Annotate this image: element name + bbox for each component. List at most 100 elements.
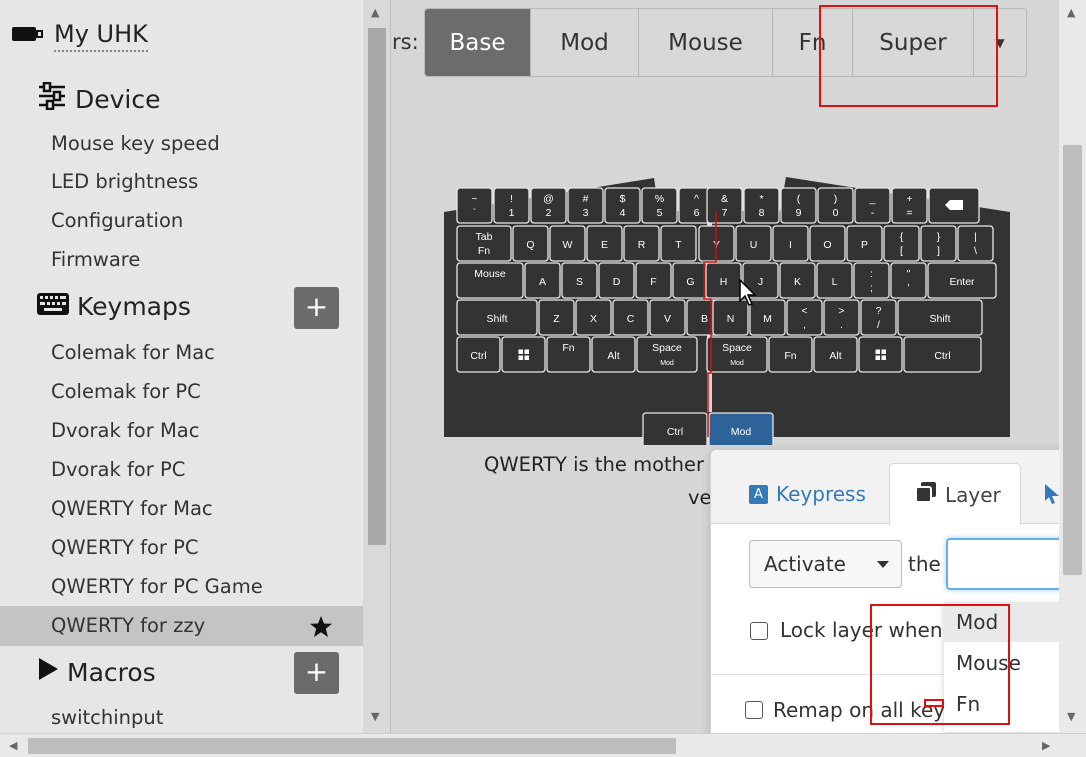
sidebar-item-led-brightness[interactable]: LED brightness: [51, 170, 198, 193]
horizontal-scroll-thumb[interactable]: [28, 738, 676, 754]
key[interactable]: [928, 187, 980, 224]
key[interactable]: G: [672, 262, 709, 299]
key[interactable]: +=: [891, 187, 928, 224]
mouse-pointer-icon[interactable]: [1044, 463, 1059, 525]
scroll-right-arrow-icon[interactable]: ▶: [1042, 739, 1050, 752]
key[interactable]: ?/: [860, 299, 897, 336]
sidebar-item-keymap-selected[interactable]: QWERTY for zzy: [51, 614, 205, 637]
key[interactable]: L: [816, 262, 853, 299]
layer-action-select[interactable]: Activate: [749, 540, 902, 588]
key[interactable]: O: [809, 225, 846, 262]
layer-select-input[interactable]: [946, 538, 1059, 590]
key[interactable]: Alt: [813, 336, 858, 373]
key[interactable]: ~`: [456, 187, 493, 224]
sidebar-item-configuration[interactable]: Configuration: [51, 209, 183, 232]
key[interactable]: [858, 336, 903, 373]
key[interactable]: Z: [538, 299, 575, 336]
key[interactable]: C: [612, 299, 649, 336]
key[interactable]: %5: [641, 187, 678, 224]
key[interactable]: )0: [817, 187, 854, 224]
key-label: ": [907, 268, 911, 280]
key[interactable]: A: [524, 262, 561, 299]
key[interactable]: Ctrl: [456, 336, 501, 373]
sidebar-scroll-thumb[interactable]: [368, 28, 386, 545]
sidebar-scrollbar[interactable]: ▲ ▼: [363, 0, 391, 733]
key[interactable]: H: [705, 262, 742, 299]
key[interactable]: #3: [567, 187, 604, 224]
scroll-up-arrow-icon[interactable]: ▲: [371, 6, 379, 19]
key[interactable]: Space Mod: [636, 336, 698, 373]
key[interactable]: }]: [920, 225, 957, 262]
key[interactable]: S: [561, 262, 598, 299]
key[interactable]: !1: [493, 187, 530, 224]
key[interactable]: (9: [780, 187, 817, 224]
key[interactable]: Alt: [591, 336, 636, 373]
scroll-left-arrow-icon[interactable]: ◀: [9, 739, 17, 752]
key[interactable]: {[: [883, 225, 920, 262]
sidebar-item-mouse-key-speed[interactable]: Mouse key speed: [51, 132, 220, 155]
star-icon[interactable]: [309, 615, 333, 642]
sidebar-item-keymap[interactable]: Colemak for Mac: [51, 341, 215, 364]
sidebar-item-keymap[interactable]: Colemak for PC: [51, 380, 201, 403]
key[interactable]: [501, 336, 546, 373]
key[interactable]: D: [598, 262, 635, 299]
key[interactable]: Q: [512, 225, 549, 262]
key[interactable]: *8: [743, 187, 780, 224]
key[interactable]: W: [549, 225, 586, 262]
lock-layer-checkbox[interactable]: [750, 622, 768, 640]
key[interactable]: R: [623, 225, 660, 262]
key[interactable]: @2: [530, 187, 567, 224]
sidebar-item-keymap[interactable]: QWERTY for PC: [51, 536, 199, 559]
tab-base[interactable]: Base: [425, 9, 531, 76]
scroll-down-arrow-icon[interactable]: ▼: [1067, 710, 1075, 723]
key[interactable]: _-: [854, 187, 891, 224]
key-ctrl-mod-row[interactable]: Ctrl: [642, 412, 708, 445]
tab-layer[interactable]: Layer: [889, 463, 1021, 525]
scroll-up-arrow-icon[interactable]: ▲: [1067, 6, 1075, 19]
keyboard-visual: ~`!1@2#3$4%5^6TabFn Q W E R TMouseA S D F GShift Z…: [444, 177, 1010, 445]
sidebar-item-keymap[interactable]: QWERTY for Mac: [51, 497, 213, 520]
key[interactable]: V: [649, 299, 686, 336]
key[interactable]: F: [635, 262, 672, 299]
key[interactable]: X: [575, 299, 612, 336]
key[interactable]: $4: [604, 187, 641, 224]
main-scrollbar[interactable]: ▲ ▼: [1059, 0, 1086, 733]
tab-mod[interactable]: Mod: [531, 9, 639, 76]
key[interactable]: I: [772, 225, 809, 262]
horizontal-scrollbar[interactable]: ◀ ▶: [0, 733, 1086, 757]
sidebar-item-macro[interactable]: switchinput: [51, 706, 163, 729]
scroll-down-arrow-icon[interactable]: ▼: [371, 710, 379, 723]
key[interactable]: Fn: [768, 336, 813, 373]
key[interactable]: K: [779, 262, 816, 299]
key[interactable]: <,: [786, 299, 823, 336]
key[interactable]: T: [660, 225, 697, 262]
tab-mouse[interactable]: Mouse: [639, 9, 773, 76]
device-title[interactable]: My UHK: [12, 20, 148, 52]
key[interactable]: &7: [706, 187, 743, 224]
add-macro-button[interactable]: +: [294, 652, 339, 694]
add-keymap-button[interactable]: +: [294, 287, 339, 329]
key[interactable]: :;: [853, 262, 890, 299]
key[interactable]: E: [586, 225, 623, 262]
key[interactable]: Tab Fn: [456, 225, 512, 262]
key[interactable]: Enter: [927, 262, 997, 299]
tab-keypress[interactable]: A Keypress: [749, 463, 866, 525]
key[interactable]: "': [890, 262, 927, 299]
sidebar-item-keymap[interactable]: Dvorak for PC: [51, 458, 185, 481]
main-scroll-thumb[interactable]: [1063, 145, 1082, 575]
key[interactable]: U: [735, 225, 772, 262]
key-mod-selected[interactable]: Mod: [708, 412, 774, 445]
key[interactable]: Space Mod: [706, 336, 768, 373]
key[interactable]: Mouse: [456, 262, 524, 299]
remap-all-keymaps-checkbox[interactable]: [745, 701, 763, 719]
key[interactable]: Shift: [456, 299, 538, 336]
key[interactable]: P: [846, 225, 883, 262]
key[interactable]: Ctrl: [903, 336, 982, 373]
sidebar-item-keymap[interactable]: Dvorak for Mac: [51, 419, 199, 442]
key[interactable]: |\: [957, 225, 994, 262]
key[interactable]: Shift: [897, 299, 983, 336]
sidebar-item-firmware[interactable]: Firmware: [51, 248, 140, 271]
key[interactable]: Fn: [546, 336, 591, 373]
sidebar-item-keymap[interactable]: QWERTY for PC Game: [51, 575, 263, 598]
key[interactable]: >.: [823, 299, 860, 336]
